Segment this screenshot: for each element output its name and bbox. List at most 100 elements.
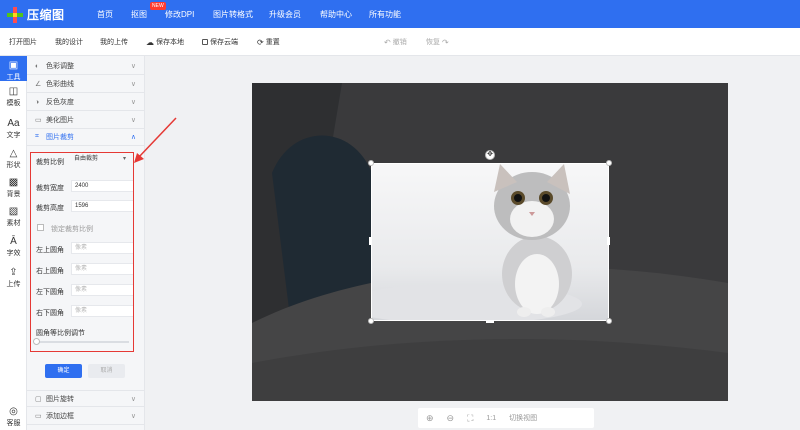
- section-invert-gray-label: 反色灰度: [46, 99, 74, 106]
- curve-icon: ∠: [35, 81, 42, 88]
- crop-handle-left[interactable]: [369, 237, 372, 245]
- new-badge: NEW: [150, 2, 166, 10]
- text-effect-icon: Ā: [10, 236, 17, 247]
- annotation-highlight-box: [30, 152, 134, 352]
- logo[interactable]: 压缩图: [7, 6, 65, 23]
- cancel-button[interactable]: 取消: [88, 364, 125, 378]
- reset-label: 重置: [265, 39, 280, 46]
- section-invert-gray[interactable]: ◑ 反色灰度 ∨: [27, 94, 145, 111]
- nav-home[interactable]: 首页: [97, 9, 113, 20]
- section-border[interactable]: ▭ 添加边框 ∨: [27, 408, 145, 425]
- nav-help-center[interactable]: 帮助中心: [320, 9, 352, 20]
- reset-button[interactable]: ⟳ 重置: [257, 37, 280, 47]
- logo-text: 压缩图: [27, 8, 65, 22]
- save-local-button[interactable]: ☁ 保存本地: [146, 37, 184, 47]
- nav-modify-dpi[interactable]: 修改DPI: [165, 9, 194, 20]
- zoom-out-icon[interactable]: ⊖: [447, 413, 455, 424]
- rail-text[interactable]: Aa 文字: [0, 118, 27, 140]
- left-rail: ▣ 工具 ◫ 模板 Aa 文字 △ 形状 ▩ 背景 ▧ 素材 Ā 字效 ⇪ 上传…: [0, 56, 27, 430]
- crop-handle-top-left[interactable]: [368, 160, 374, 166]
- cat-photo: [372, 164, 608, 320]
- rail-template-label: 模板: [6, 100, 21, 107]
- tools-icon: ▣: [8, 60, 19, 71]
- shape-icon: △: [9, 148, 18, 159]
- headset-icon: ◎: [9, 406, 18, 417]
- upload-icon: ⇪: [9, 267, 18, 278]
- crop-icon: ⌗: [35, 133, 39, 140]
- chevron-down-icon: ∨: [130, 396, 136, 403]
- crop-handle-right[interactable]: [607, 237, 610, 245]
- crop-handle-bottom-left[interactable]: [368, 318, 374, 324]
- nav-all-features[interactable]: 所有功能: [369, 9, 401, 20]
- redo-button[interactable]: 恢复 ↷: [426, 37, 449, 47]
- section-rotate[interactable]: ▢ 图片旋转 ∨: [27, 390, 145, 407]
- move-icon[interactable]: ✥: [485, 150, 495, 160]
- open-image-button[interactable]: 打开图片: [9, 37, 37, 47]
- nav-upgrade-vip[interactable]: 升级会员: [269, 9, 301, 20]
- chevron-down-icon: ∨: [130, 99, 136, 106]
- text-icon: Aa: [7, 118, 20, 129]
- section-color-curve-label: 色彩曲线: [46, 81, 74, 88]
- actual-size-button[interactable]: 1:1: [486, 415, 496, 422]
- template-icon: ◫: [8, 86, 19, 97]
- top-nav: 压缩图 首页 抠图 NEW 修改DPI 图片转格式 升级会员 帮助中心 所有功能: [0, 0, 800, 28]
- zoom-bar: ⊕ ⊖ ⛶ 1:1 切换视图: [418, 408, 594, 428]
- nav-convert-format[interactable]: 图片转格式: [213, 9, 253, 20]
- rail-customer-service[interactable]: ◎ 客服: [0, 406, 27, 428]
- section-border-label: 添加边框: [46, 413, 74, 420]
- rail-service-label: 客服: [6, 420, 21, 427]
- cloud-download-icon: ☁: [146, 37, 154, 47]
- chevron-up-icon: ∧: [130, 134, 136, 141]
- crop-selection[interactable]: [371, 163, 609, 321]
- rail-upload[interactable]: ⇪ 上传: [0, 267, 27, 289]
- border-icon: ▭: [35, 413, 42, 420]
- rail-material-label: 素材: [6, 220, 21, 227]
- rail-upload-label: 上传: [6, 281, 21, 288]
- rail-text-effect[interactable]: Ā 字效: [0, 236, 27, 258]
- section-rotate-label: 图片旋转: [46, 395, 74, 403]
- rail-background[interactable]: ▩ 背景: [0, 177, 27, 199]
- crop-handle-bottom-right[interactable]: [606, 318, 612, 324]
- rail-tools[interactable]: ▣ 工具: [0, 56, 27, 81]
- zoom-in-icon[interactable]: ⊕: [426, 413, 434, 424]
- undo-label: 撤销: [392, 39, 407, 46]
- chevron-down-icon: ∨: [130, 117, 136, 124]
- logo-icon: [7, 6, 23, 23]
- section-crop[interactable]: ⌗ 图片裁剪 ∧: [27, 129, 145, 146]
- confirm-button[interactable]: 确定: [45, 364, 82, 378]
- save-cloud-button[interactable]: 保存云端: [202, 37, 238, 47]
- my-designs-button[interactable]: 我的设计: [55, 37, 83, 47]
- section-beautify[interactable]: ▭ 美化图片 ∨: [27, 112, 145, 129]
- toolbar: 打开图片 我的设计 我的上传 ☁ 保存本地 保存云端 ⟳ 重置 ↶ 撤销 恢复 …: [0, 28, 800, 56]
- crop-handle-bottom[interactable]: [486, 320, 494, 323]
- nav-cutout[interactable]: 抠图: [131, 9, 147, 20]
- rail-text-label: 文字: [6, 132, 21, 139]
- background-icon: ▩: [8, 177, 19, 188]
- material-icon: ▧: [8, 206, 19, 217]
- rail-shape[interactable]: △ 形状: [0, 148, 27, 170]
- save-cloud-label: 保存云端: [210, 39, 238, 46]
- invert-icon: ◑: [35, 98, 40, 106]
- section-color-adjust-label: 色彩调整: [46, 63, 74, 70]
- rail-template[interactable]: ◫ 模板: [0, 86, 27, 108]
- section-beautify-label: 美化图片: [46, 117, 74, 124]
- switch-view-button[interactable]: 切换视图: [509, 413, 537, 423]
- rail-material[interactable]: ▧ 素材: [0, 206, 27, 228]
- save-local-label: 保存本地: [156, 39, 184, 46]
- section-crop-label: 图片裁剪: [46, 134, 74, 141]
- section-color-adjust[interactable]: ◐ 色彩调整 ∨: [27, 58, 145, 75]
- rotate-icon: ▢: [35, 395, 42, 403]
- chevron-down-icon: ∨: [130, 81, 136, 88]
- rail-text-effect-label: 字效: [6, 250, 21, 257]
- fit-screen-icon[interactable]: ⛶: [467, 413, 473, 424]
- crop-handle-top-right[interactable]: [606, 160, 612, 166]
- palette-icon: ◐: [35, 62, 40, 70]
- section-color-curve[interactable]: ∠ 色彩曲线 ∨: [27, 76, 145, 93]
- undo-button[interactable]: ↶ 撤销: [384, 37, 407, 47]
- my-uploads-button[interactable]: 我的上传: [100, 37, 128, 47]
- chevron-down-icon: ∨: [130, 63, 136, 70]
- rail-shape-label: 形状: [6, 162, 21, 169]
- chevron-down-icon: ∨: [130, 413, 136, 420]
- redo-label: 恢复: [426, 39, 440, 46]
- undo-icon: ↶: [384, 37, 391, 47]
